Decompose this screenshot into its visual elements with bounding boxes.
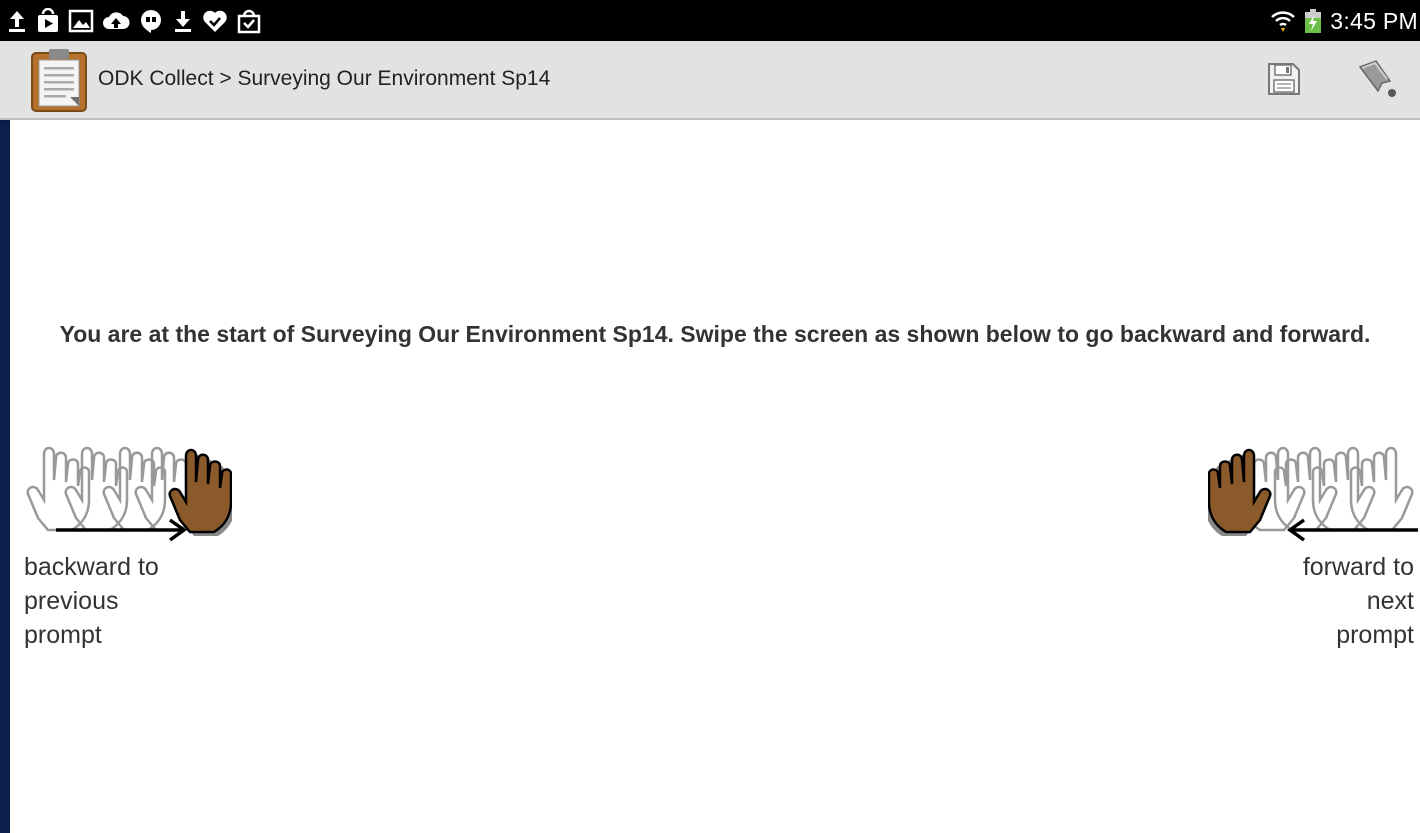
forward-label: forward to next prompt — [1194, 550, 1414, 652]
clipboard-icon[interactable] — [30, 47, 88, 113]
play-store-icon — [38, 8, 58, 32]
upload-icon — [9, 11, 25, 32]
backward-label: backward to previous prompt — [24, 550, 244, 652]
backward-label-line: previous — [24, 587, 119, 615]
check-badge-icon — [203, 10, 227, 33]
shopping-bag-icon — [237, 9, 261, 34]
forward-label-line: next — [1366, 587, 1414, 615]
download-icon — [175, 11, 191, 32]
forward-label-line: forward to — [1302, 553, 1414, 581]
system-status: 3:45 PM — [1270, 6, 1420, 36]
forward-label-line: prompt — [1336, 621, 1414, 649]
backward-label-line: backward to — [24, 553, 159, 581]
swipe-forward-hands-icon — [1208, 446, 1418, 542]
cloud-upload-icon — [103, 12, 130, 29]
page-title: ODK Collect > Surveying Our Environment … — [98, 67, 551, 90]
intro-text: You are at the start of Surveying Our En… — [59, 321, 1371, 347]
goto-icon[interactable] — [1354, 57, 1398, 101]
status-bar: 3:45 PM — [0, 0, 1420, 41]
backward-label-line: prompt — [24, 621, 102, 649]
save-icon[interactable] — [1266, 61, 1302, 97]
clock: 3:45 PM — [1330, 7, 1418, 34]
wifi-icon — [1271, 11, 1296, 32]
image-icon — [68, 9, 94, 33]
hangouts-icon — [141, 10, 161, 33]
battery-charging-icon — [1305, 9, 1322, 33]
content-area[interactable]: You are at the start of Surveying Our En… — [10, 120, 1420, 833]
notification-icons — [6, 6, 262, 36]
swipe-backward-hands-icon — [26, 446, 232, 542]
action-bar: ODK Collect > Surveying Our Environment … — [0, 41, 1420, 120]
